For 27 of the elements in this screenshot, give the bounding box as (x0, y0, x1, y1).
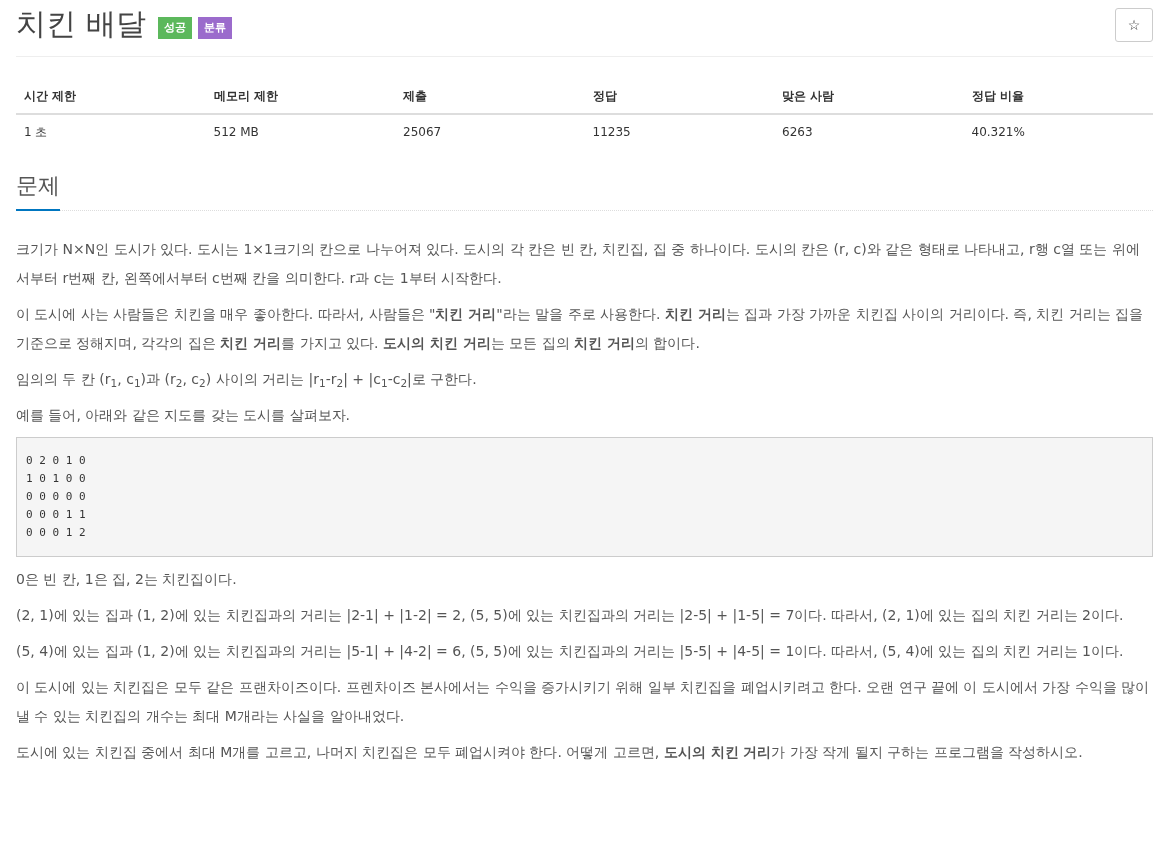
description-paragraph: 크기가 N×N인 도시가 있다. 도시는 1×1크기의 칸으로 나누어져 있다. 도시의 각 칸은 빈 칸, 치킨집, 집 중 하나이다. 도시의 칸은 (r, c)와 같은 형태로 나타내고, r행 c열 또는 위에서부터 r번째 칸, 왼쪽에서부터 c번째 칸을 의미한다. r과 c는 1부터 시작한다. (16, 240, 1141, 288)
column-header: 시간 제한 (16, 79, 206, 114)
table-cell: 1 초 (16, 114, 206, 149)
description-paragraph: 예를 들어, 아래와 같은 지도를 갖는 도시를 살펴보자. (16, 406, 352, 425)
table-cell: 40.321% (963, 114, 1153, 149)
description-paragraph: 이 도시에 있는 치킨집은 모두 같은 프랜차이즈이다. 프렌차이즈 본사에서는 수익을 증가시키기 위해 일부 치킨집을 폐업시키려고 한다. 오랜 연구 끝에 이 도시에서 가장 수익을 많이 낼 수 있는 치킨집의 개수는 최대 M개라는 사실을 알아내었다. (16, 678, 1151, 726)
description-paragraph: 임의의 두 칸 (r$_{1}$, c$_{1}$)과 (r$_{2}$, c$_{2}$) 사이의 거리는 |r$_{1}$-r$_{2}$| + |c$_{1}$-c$_{2}$|로 구한다. (16, 370, 478, 391)
label-badge[interactable]: 분류 (197, 16, 232, 40)
description-paragraph: 이 도시에 사는 사람들은 치킨을 매우 좋아한다. 따라서, 사람들은 "치킨 거리"라는 말을 주로 사용한다. 치킨 거리는 집과 가장 가까운 치킨집 사이의 거리이다. 즉, 치킨 거리는 집을 기준으로 정해지며, 각각의 집은 치킨 거리를 가지고 있다. 도시의 치킨 거리는 모든 집의 치킨 거리의 합이다. (16, 305, 1145, 353)
description-paragraph: (5, 4)에 있는 집과 (1, 2)에 있는 치킨집과의 거리는 |5-1| + |4-2| = 6, (5, 5)에 있는 치킨집과의 거리는 |5-5| + |4-5| = 1이다. 따라서, (5, 4)에 있는 집의 치킨 거리는 1이다. (16, 642, 1125, 662)
column-header: 제출 (395, 79, 585, 114)
description-paragraph: (2, 1)에 있는 집과 (1, 2)에 있는 치킨집과의 거리는 |2-1| + |1-2| = 2, (5, 5)에 있는 치킨집과의 거리는 |2-5| + |1-5| = 7이다. 따라서, (2, 1)에 있는 집의 치킨 거리는 2이다. (16, 606, 1125, 626)
table-cell: 11235 (584, 114, 774, 149)
column-header: 맞은 사람 (774, 79, 964, 114)
table-cell: 25067 (395, 114, 585, 149)
column-header: 정답 (584, 79, 774, 114)
star-button[interactable]: ☆ (1115, 8, 1153, 42)
description-paragraph: 0은 빈 칸, 1은 집, 2는 치킨집이다. (16, 570, 238, 589)
column-header: 정답 비율 (963, 79, 1153, 114)
code-block: 0 2 0 1 0 1 0 1 0 0 0 0 0 0 0 0 0 0 1 1 0 0 0 1 2 (16, 437, 1153, 557)
section-heading: 문제 (16, 171, 60, 211)
description-paragraph: 도시에 있는 치킨집 중에서 최대 M개를 고르고, 나머지 치킨집은 모두 폐업시켜야 한다. 어떻게 고르면, 도시의 치킨 거리가 가장 작게 될지 구하는 프로그램을 작성하시오. (16, 743, 1084, 762)
column-header: 메모리 제한 (205, 79, 395, 114)
label-badge[interactable]: 성공 (157, 16, 192, 40)
problem-title: 치킨 배달 (16, 5, 146, 43)
table-cell: 512 MB (205, 114, 395, 149)
table-cell: 6263 (774, 114, 964, 149)
